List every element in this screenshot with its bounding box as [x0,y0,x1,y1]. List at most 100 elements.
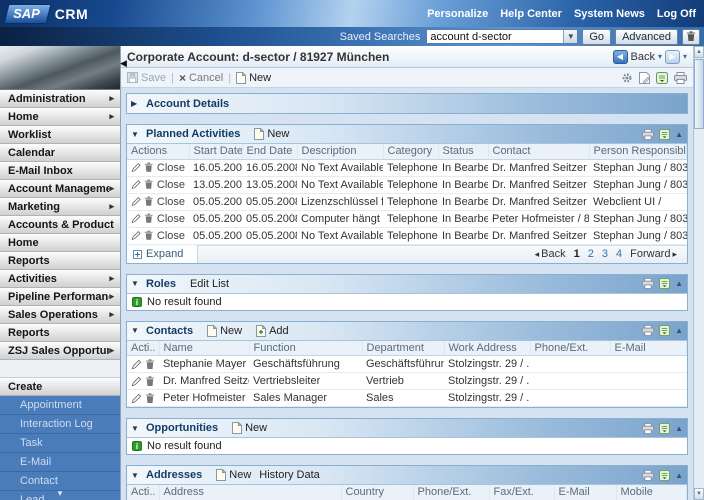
scrollbar-track[interactable] [694,129,704,488]
scroll-up-icon[interactable]: ▲ [694,46,704,58]
back-button[interactable]: Back [631,51,655,63]
history-data-button[interactable]: History Data [259,469,320,481]
delete-icon[interactable] [144,196,153,207]
account-details-header[interactable]: ▶ Account Details [127,94,687,113]
page-3[interactable]: 3 [602,248,608,260]
opportunities-new-button[interactable]: New [232,422,267,434]
collapse-down-icon[interactable]: ▼ [131,279,140,288]
export-spreadsheet-icon[interactable] [659,470,670,481]
sidebar-item-reports[interactable]: Reports [0,252,120,270]
link-system-news[interactable]: System News [574,8,645,20]
sidebar-item-pipeline-performance[interactable]: Pipeline Performance [0,288,120,306]
edit-icon[interactable] [131,359,142,370]
delete-icon[interactable] [145,393,155,404]
addresses-new-button[interactable]: New [216,469,251,481]
collapse-panel-icon[interactable]: ▲ [675,471,683,480]
edit-icon[interactable] [131,179,141,190]
expand-button[interactable]: Expand [127,245,198,263]
sidebar-item-reports-2[interactable]: Reports [0,324,120,342]
table-row[interactable]: Close 05.05.2008 05.05.2008 Computer hän… [127,210,687,227]
create-item-contact[interactable]: Contact [0,472,120,491]
close-link[interactable]: Close [157,179,185,191]
edit-icon[interactable] [131,376,142,387]
delete-icon[interactable] [145,359,155,370]
collapse-down-icon[interactable]: ▼ [131,130,140,139]
planned-new-button[interactable]: New [254,128,289,140]
sidebar-item-activities[interactable]: Activities [0,270,120,288]
forward-history-caret-icon[interactable]: ▾ [683,52,687,61]
sidebar-item-calendar[interactable]: Calendar [0,144,120,162]
collapse-panel-icon[interactable]: ▲ [675,424,683,433]
contacts-add-button[interactable]: Add [256,325,289,337]
export-spreadsheet-icon[interactable] [659,129,670,140]
vertical-scrollbar[interactable]: ▲ ▼ [693,46,704,500]
sidebar-item-account-management[interactable]: Account Management [0,180,120,198]
printer-icon[interactable] [642,278,654,289]
page-2[interactable]: 2 [588,248,594,260]
edit-icon[interactable] [131,230,141,241]
page-forward-button[interactable]: Forward [630,248,677,260]
settings-gear-icon[interactable] [621,72,633,84]
export-spreadsheet-icon[interactable] [659,325,670,336]
scroll-down-icon[interactable]: ▼ [694,488,704,500]
link-personalize[interactable]: Personalize [427,8,488,20]
delete-icon[interactable] [145,376,155,387]
new-button[interactable]: New [236,72,271,84]
edit-icon[interactable] [131,393,142,404]
save-button[interactable]: Save [127,72,166,84]
edit-icon[interactable] [131,162,141,173]
chevron-down-icon[interactable]: ▼ [563,30,577,43]
export-spreadsheet-icon[interactable] [659,278,670,289]
scrollbar-thumb[interactable] [694,59,704,129]
close-link[interactable]: Close [157,162,185,174]
export-spreadsheet-icon[interactable] [659,423,670,434]
table-row[interactable]: Dr. Manfred Seitzer Vertriebsleiter Vert… [127,373,687,390]
delete-icon[interactable] [144,179,153,190]
back-history-caret-icon[interactable]: ▾ [658,52,662,61]
table-row[interactable]: Close 13.05.2008 13.05.2008 No Text Avai… [127,176,687,193]
expand-right-icon[interactable]: ▶ [131,99,140,108]
sidebar-item-accounts-products[interactable]: Accounts & Products [0,216,120,234]
link-help-center[interactable]: Help Center [500,8,562,20]
saved-search-select[interactable]: account d-sector ▼ [426,29,578,44]
advanced-button[interactable]: Advanced [615,29,678,45]
sidebar-item-home-2[interactable]: Home [0,234,120,252]
collapse-down-icon[interactable]: ▼ [131,471,140,480]
collapse-down-icon[interactable]: ▼ [131,326,140,335]
printer-icon[interactable] [642,129,654,140]
page-4[interactable]: 4 [616,248,622,260]
edit-page-icon[interactable] [639,72,650,84]
collapse-panel-icon[interactable]: ▲ [675,279,683,288]
delete-icon[interactable] [144,162,153,173]
sidebar-item-home[interactable]: Home [0,108,120,126]
table-row[interactable]: Peter Hofmeister Sales Manager Sales Sto… [127,390,687,407]
edit-list-button[interactable]: Edit List [190,278,229,290]
close-link[interactable]: Close [157,230,185,242]
create-item-task[interactable]: Task [0,434,120,453]
table-row[interactable]: Close 05.05.2008 05.05.2008 No Text Avai… [127,227,687,244]
sidebar-item-create[interactable]: Create [0,378,120,396]
page-back-button[interactable]: Back [535,248,566,260]
back-icon[interactable]: ◀ [613,50,628,64]
delete-icon[interactable] [144,213,153,224]
sidebar-collapse-handle[interactable]: ◀ [120,58,127,69]
create-item-interaction-log[interactable]: Interaction Log [0,415,120,434]
edit-icon[interactable] [131,196,141,207]
edit-icon[interactable] [131,213,141,224]
delete-icon[interactable] [144,230,153,241]
delete-search-button[interactable] [682,29,700,45]
forward-icon[interactable]: ▶ [665,50,680,64]
collapse-panel-icon[interactable]: ▲ [675,326,683,335]
table-row[interactable]: Stephanie Mayer Geschäftsführung Geschäf… [127,356,687,373]
page-1[interactable]: 1 [574,248,580,260]
sidebar-item-zsj-sales-opportunities[interactable]: ZSJ Sales Opportunities [0,342,120,360]
printer-icon[interactable] [642,423,654,434]
table-row[interactable]: Close 05.05.2008 05.05.2008 Lizenzschlüs… [127,193,687,210]
collapse-panel-icon[interactable]: ▲ [675,130,683,139]
go-button[interactable]: Go [582,29,611,45]
cancel-button[interactable]: × Cancel [179,72,223,84]
export-spreadsheet-icon[interactable] [656,72,668,84]
sidebar-item-administration[interactable]: Administration [0,90,120,108]
sidebar-item-marketing[interactable]: Marketing [0,198,120,216]
sidebar-item-sales-operations[interactable]: Sales Operations [0,306,120,324]
